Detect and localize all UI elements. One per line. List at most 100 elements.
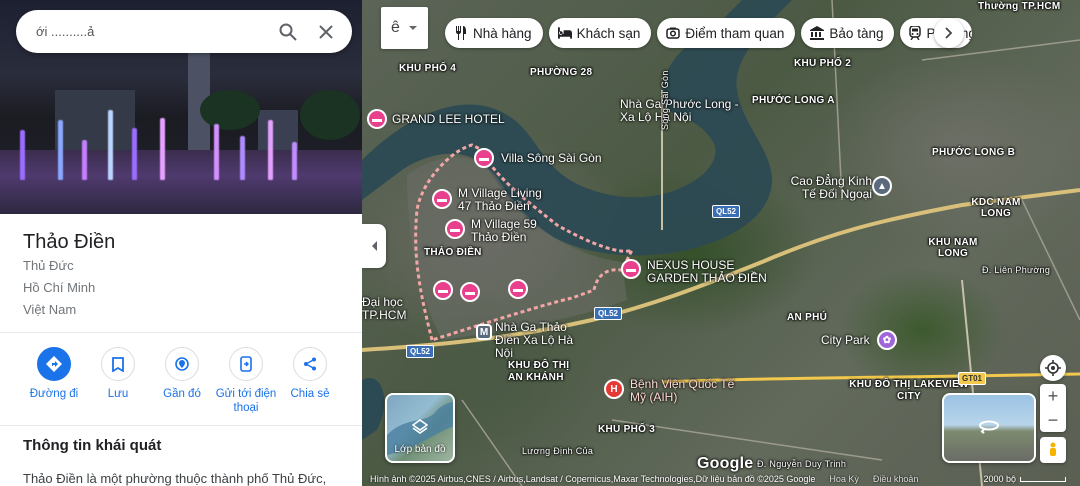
divider <box>0 332 362 333</box>
region-link[interactable]: Hoa Kỳ <box>829 474 859 484</box>
search-input[interactable]: ới ..........ả <box>36 24 264 39</box>
hotel-pin-icon[interactable]: ▬ <box>621 259 641 279</box>
area-label: AN PHÚ <box>787 312 828 323</box>
hotel-pin-icon[interactable]: ▬ <box>508 279 528 299</box>
fountain-jet <box>268 120 273 180</box>
transit-icon <box>909 26 922 40</box>
hotel-pin-icon[interactable]: ▬ <box>433 280 453 300</box>
park-pin-icon[interactable]: ✿ <box>877 330 897 350</box>
road-shield: QL52 <box>594 307 623 320</box>
collapse-panel-button[interactable] <box>362 224 386 268</box>
hotel-pin-icon[interactable]: ▬ <box>460 282 480 302</box>
search-icon[interactable] <box>274 18 302 46</box>
hospital-pin-icon[interactable]: H <box>604 379 624 399</box>
input-tools-button[interactable]: ê <box>381 7 428 49</box>
zoom-in-button[interactable]: + <box>1040 384 1066 408</box>
directions-button[interactable]: Đường đi <box>22 347 86 415</box>
zoom-controls: + − <box>1040 384 1066 432</box>
photo-tree <box>200 90 260 130</box>
poi-label[interactable]: City Park <box>821 334 870 347</box>
share-button[interactable]: Chia sẻ <box>278 347 342 415</box>
photo-tree <box>300 90 360 140</box>
nearby-button[interactable]: Gần đó <box>150 347 214 415</box>
attribution-bar: Hình ảnh ©2025 Airbus,CNES / Airbus,Land… <box>367 472 1080 486</box>
hotel-pin-icon[interactable]: ▬ <box>367 109 387 129</box>
place-panel: ới ..........ả Thảo Điền Thủ Đức Hồ Chí … <box>0 0 362 486</box>
camera-icon <box>666 26 681 40</box>
hotel-pin-icon[interactable]: ▬ <box>445 219 465 239</box>
category-chips: Nhà hàng Khách sạn Điểm tham quan Bảo tà… <box>445 18 973 48</box>
layers-button[interactable]: Lớp bản đồ <box>385 393 455 463</box>
action-label: Đường đi <box>29 388 79 400</box>
zoom-out-button[interactable]: − <box>1040 408 1066 432</box>
action-label: Gần đó <box>163 388 201 400</box>
fountain-jet <box>214 124 219 180</box>
share-icon <box>293 347 327 381</box>
pegman-button[interactable] <box>1040 437 1066 463</box>
chip-hotels[interactable]: Khách sạn <box>548 18 652 48</box>
area-label: Thường TP.HCM <box>978 1 1061 12</box>
scale-bar[interactable]: 2000 bộ <box>983 474 1066 484</box>
fountain-jet <box>292 142 297 180</box>
museum-icon <box>810 26 825 40</box>
poi-label[interactable]: Đại học TP.HCM <box>362 296 412 322</box>
poi-label[interactable]: GRAND LEE HOTEL <box>392 113 505 126</box>
place-photo[interactable]: ới ..........ả <box>0 0 362 214</box>
road-label: Đ. Nguyễn Duy Trinh <box>757 459 847 469</box>
road-shield: QL52 <box>406 345 435 358</box>
photo-ground <box>0 150 362 214</box>
send-to-phone-button[interactable]: Gửi tới điện thoại <box>214 347 278 415</box>
layers-label: Lớp bản đồ <box>394 444 446 455</box>
hotel-pin-icon[interactable]: ▬ <box>474 148 494 168</box>
poi-label[interactable]: Nhà Ga Phước Long - Xa Lộ Hà Nội <box>620 98 740 124</box>
fountain-jet <box>58 120 63 180</box>
action-label: Chia sẻ <box>290 388 330 400</box>
action-label: Lưu <box>107 388 129 400</box>
street-view-thumbnail[interactable] <box>942 393 1036 463</box>
search-box[interactable]: ới ..........ả <box>16 10 352 53</box>
poi-label[interactable]: M Village Living 47 Thảo Điền <box>458 187 548 213</box>
chip-label: Bảo tàng <box>829 25 884 41</box>
scale-label: 2000 bộ <box>983 474 1016 484</box>
fountain-jet <box>20 130 25 180</box>
poi-label[interactable]: Bệnh Viện Quốc Tế Mỹ (AIH) <box>630 378 740 404</box>
poi-label[interactable]: Nhà Ga Thảo Điền Xa Lộ Hà Nội <box>495 321 585 360</box>
area-label: PHƯỚC LONG A <box>752 95 835 106</box>
chip-museums[interactable]: Bảo tàng <box>801 18 895 48</box>
save-button[interactable]: Lưu <box>86 347 150 415</box>
bookmark-icon <box>101 347 135 381</box>
chip-attractions[interactable]: Điểm tham quan <box>657 18 796 48</box>
area-label: KHU NAM LONG <box>928 237 978 259</box>
poi-label[interactable]: Cao Đẳng Kinh Tế Đối Ngoại <box>782 175 872 201</box>
school-pin-icon[interactable]: ▲ <box>872 176 892 196</box>
fountain-jet <box>82 140 87 180</box>
chevron-left-icon <box>371 241 377 251</box>
overview-text: Thảo Điền là một phường thuộc thành phố … <box>23 471 327 486</box>
road-shield: GT01 <box>958 372 987 385</box>
location-target-icon <box>1045 360 1061 376</box>
chips-scroll-right-button[interactable] <box>934 18 964 48</box>
scale-line <box>1020 476 1066 482</box>
my-location-button[interactable] <box>1040 355 1066 381</box>
chip-restaurants[interactable]: Nhà hàng <box>445 18 543 48</box>
hotel-pin-icon[interactable]: ▬ <box>432 189 452 209</box>
input-tools-glyph: ê <box>391 19 400 36</box>
area-label: PHƯỜNG 28 <box>530 67 593 78</box>
poi-label[interactable]: Villa Sông Sài Gòn <box>501 152 602 165</box>
transit-station-icon[interactable]: M <box>476 324 492 340</box>
poi-label[interactable]: NEXUS HOUSE GARDEN THẢO ĐIỀN <box>647 259 777 285</box>
pegman-icon <box>1050 442 1056 456</box>
chip-label: Điểm tham quan <box>685 25 785 41</box>
rotate-360-icon <box>978 418 1000 439</box>
place-country: Việt Nam <box>23 302 77 317</box>
fountain-jet <box>240 136 245 180</box>
fountain-jet <box>108 110 113 180</box>
close-icon[interactable] <box>312 18 340 46</box>
directions-icon <box>37 347 71 381</box>
place-district: Thủ Đức <box>23 258 74 273</box>
area-label: KHU PHỐ 4 <box>399 63 457 74</box>
fountain-jet <box>132 128 137 180</box>
terms-link[interactable]: Điều khoản <box>873 474 919 484</box>
poi-label[interactable]: M Village 59 Thảo Điền <box>471 218 551 244</box>
chevron-down-icon <box>408 26 417 30</box>
